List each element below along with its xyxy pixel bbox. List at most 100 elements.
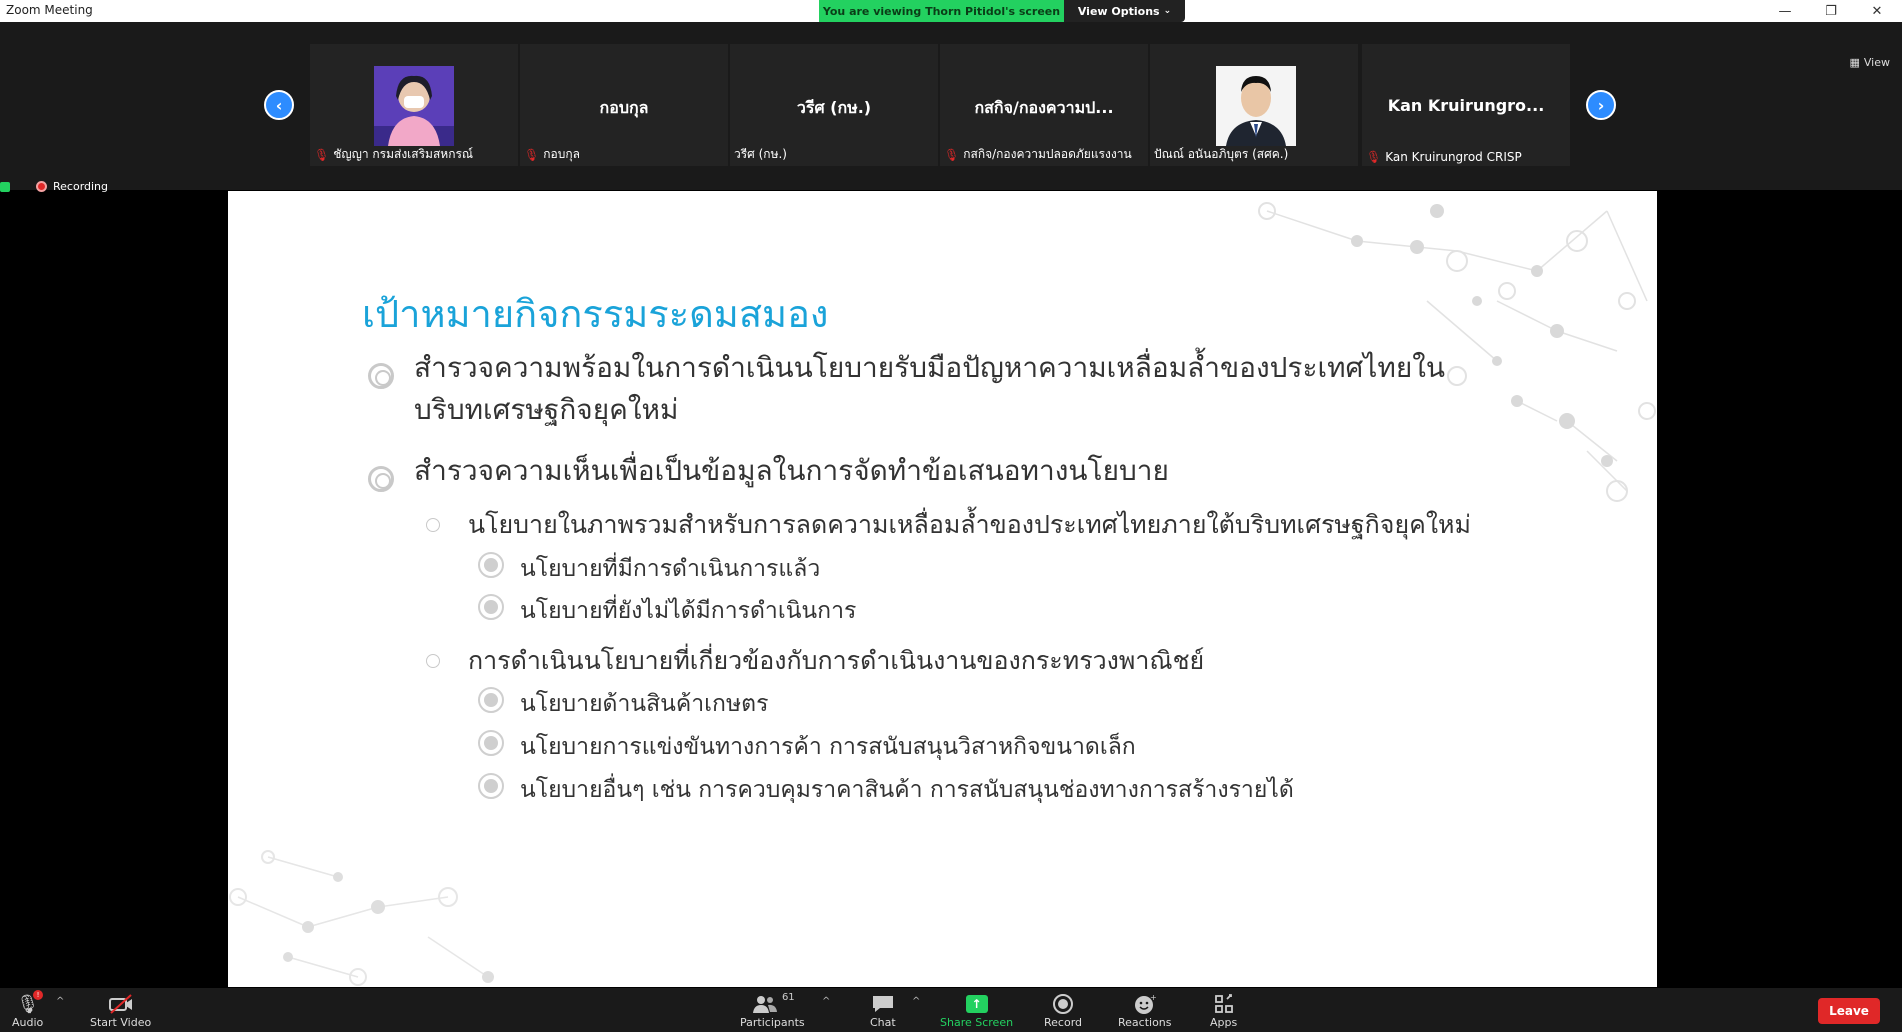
grid-icon: ▦ <box>1849 56 1860 69</box>
record-label: Record <box>1044 1016 1083 1029</box>
participant-tile[interactable]: ปัณณ์ อนันอภิบุตร (สศค.) <box>1150 44 1358 166</box>
bullet-ring-icon <box>426 518 440 532</box>
chat-options-caret[interactable]: ^ <box>912 996 920 1007</box>
participant-caption: วรีศ (กษ.) <box>734 145 787 164</box>
participant-tile[interactable]: กสกิจ/กองความป... 🎙 กสกิจ/กองความปลอดภัย… <box>940 44 1148 166</box>
bullet-disc-icon <box>478 552 504 578</box>
view-label: View <box>1863 56 1890 69</box>
participant-name: กอบกุล <box>543 147 580 161</box>
share-screen-label: Share Screen <box>940 1016 1014 1029</box>
participant-caption: 🎙 กอบกุล <box>524 145 580 164</box>
participant-count: 61 <box>781 992 795 1003</box>
slide-sub-sub-bullet: นโยบายที่ยังไม่ได้มีการดำเนินการ <box>520 598 857 624</box>
chat-label: Chat <box>870 1016 896 1029</box>
participant-caption: 🎙 ชัญญา กรมส่งเสริมสหกรณ์ <box>314 145 473 164</box>
bullet-disc-icon <box>478 730 504 756</box>
share-screen-icon: ↑ <box>965 995 988 1013</box>
recording-label: Recording <box>53 180 109 193</box>
microphone-icon: 🎙! <box>16 990 44 1016</box>
participant-tile[interactable]: Kan Kruirungro... 🎙 Kan Kruirungrod CRIS… <box>1362 44 1570 166</box>
start-video-label: Start Video <box>90 1016 152 1029</box>
chat-button[interactable]: Chat <box>870 992 896 1029</box>
participant-caption: 🎙 Kan Kruirungrod CRISP <box>1366 150 1522 164</box>
mic-muted-icon: 🎙 <box>524 147 540 162</box>
participant-display-name: Kan Kruirungro... <box>1387 96 1545 115</box>
mic-muted-icon: 🎙 <box>944 147 960 162</box>
participants-label: Participants <box>740 1016 805 1029</box>
bullet-disc-icon <box>478 687 504 713</box>
participant-name: Kan Kruirungrod CRISP <box>1385 150 1522 164</box>
slide-bullet: สำรวจความเห็นเพื่อเป็นข้อมูลในการจัดทำข้… <box>414 450 1169 492</box>
zoom-meeting-window: Zoom Meeting You are viewing Thorn Pitid… <box>0 0 1902 1032</box>
shared-screen-slide: เป้าหมายกิจกรรมระดมสมอง สำรวจความพร้อมใน… <box>228 191 1657 987</box>
view-options-label: View Options <box>1077 4 1160 18</box>
meeting-toolbar: 🎙! Audio ^ Start Video 61 Participants ^… <box>0 988 1902 1032</box>
view-options-button[interactable]: View Options ⌄ <box>1064 0 1185 22</box>
svg-text:+: + <box>1150 993 1157 1002</box>
strip-prev-button[interactable]: ‹ <box>264 90 294 120</box>
bullet-disc-icon <box>478 773 504 799</box>
chevron-right-icon: › <box>1597 95 1605 115</box>
security-shield-icon <box>0 181 10 192</box>
participant-tile[interactable]: 🎙 ชัญญา กรมส่งเสริมสหกรณ์ <box>310 44 518 166</box>
participant-video <box>374 66 454 146</box>
minimize-button[interactable]: — <box>1762 0 1808 22</box>
slide-title: เป้าหมายกิจกรรมระดมสมอง <box>362 292 829 336</box>
share-screen-button[interactable]: ↑ Share Screen <box>940 992 1013 1029</box>
close-button[interactable]: ✕ <box>1854 0 1900 22</box>
reactions-button[interactable]: + Reactions <box>1118 992 1172 1029</box>
slide-sub-sub-bullet: นโยบายการแข่งขันทางการค้า การสนับสนุนวิส… <box>520 734 1136 760</box>
audio-button[interactable]: 🎙! Audio <box>12 990 44 1029</box>
chevron-down-icon: ⌄ <box>1163 6 1172 16</box>
recording-indicator[interactable]: Recording <box>0 180 108 193</box>
leave-button[interactable]: Leave <box>1818 998 1880 1024</box>
mic-muted-icon: 🎙 <box>314 147 330 162</box>
view-layout-button[interactable]: ▦ View <box>1849 56 1890 69</box>
apps-label: Apps <box>1210 1016 1238 1029</box>
reactions-icon: + <box>1133 992 1157 1016</box>
participant-tile[interactable]: วรีศ (กษ.) วรีศ (กษ.) <box>730 44 938 166</box>
participant-caption: 🎙 กสกิจ/กองความปลอดภัยแรงงาน <box>944 145 1132 164</box>
apps-icon <box>1213 992 1235 1016</box>
participants-button[interactable]: 61 Participants <box>740 992 805 1029</box>
bullet-ring-icon <box>426 654 440 668</box>
participant-name: วรีศ (กษ.) <box>734 147 787 161</box>
slide-bullet: สำรวจความพร้อมในการดำเนินนโยบายรับมือปัญ… <box>414 347 1445 431</box>
participant-name: กสกิจ/กองความปลอดภัยแรงงาน <box>963 147 1132 161</box>
bullet-ring-icon <box>368 363 394 389</box>
record-button[interactable]: Record <box>1044 992 1082 1029</box>
bullet-disc-icon <box>478 594 504 620</box>
bullet-text: สำรวจความพร้อมในการดำเนินนโยบายรับมือปัญ… <box>414 351 1446 384</box>
participants-options-caret[interactable]: ^ <box>822 996 830 1007</box>
chevron-left-icon: ‹ <box>275 95 283 115</box>
recording-dot-icon <box>36 181 47 192</box>
slide-sub-bullet: การดำเนินนโยบายที่เกี่ยวข้องกับการดำเนิน… <box>468 646 1205 675</box>
bullet-ring-icon <box>368 466 394 492</box>
window-title: Zoom Meeting <box>6 3 93 17</box>
audio-options-caret[interactable]: ^ <box>56 996 64 1007</box>
participant-strip: ‹ 🎙 ชัญญา กรมส่งเสริมสหกรณ์ กอบกุล 🎙 กอบ… <box>0 22 1902 193</box>
network-decoration <box>229 850 494 986</box>
slide-sub-sub-bullet: นโยบายที่มีการดำเนินการแล้ว <box>520 556 821 582</box>
chat-icon <box>871 992 895 1016</box>
mic-muted-icon: 🎙 <box>1366 150 1382 164</box>
restore-button[interactable]: ❐ <box>1808 0 1854 22</box>
start-video-button[interactable]: Start Video <box>90 992 151 1029</box>
video-off-icon <box>108 992 134 1016</box>
strip-next-button[interactable]: › <box>1586 90 1616 120</box>
participant-display-name: วรีศ (กษ.) <box>796 98 872 117</box>
participant-tile[interactable]: กอบกุล 🎙 กอบกุล <box>520 44 728 166</box>
reactions-label: Reactions <box>1118 1016 1172 1029</box>
bullet-text: สำรวจความเห็นเพื่อเป็นข้อมูลในการจัดทำข้… <box>414 454 1169 487</box>
viewing-banner: You are viewing Thorn Pitidol's screen <box>819 0 1064 22</box>
slide-sub-bullet: นโยบายในภาพรวมสำหรับการลดความเหลื่อมล้ำข… <box>468 510 1471 539</box>
apps-button[interactable]: Apps <box>1210 992 1237 1029</box>
record-icon <box>1052 992 1074 1016</box>
slide-sub-sub-bullet: นโยบายด้านสินค้าเกษตร <box>520 691 769 717</box>
bullet-text: บริบทเศรษฐกิจยุคใหม่ <box>414 393 679 426</box>
participant-display-name: กสกิจ/กองความป... <box>974 98 1114 117</box>
participant-display-name: กอบกุล <box>599 98 649 117</box>
participant-name: ชัญญา กรมส่งเสริมสหกรณ์ <box>333 147 474 161</box>
participant-caption: ปัณณ์ อนันอภิบุตร (สศค.) <box>1154 145 1288 164</box>
participant-video <box>1216 66 1296 146</box>
